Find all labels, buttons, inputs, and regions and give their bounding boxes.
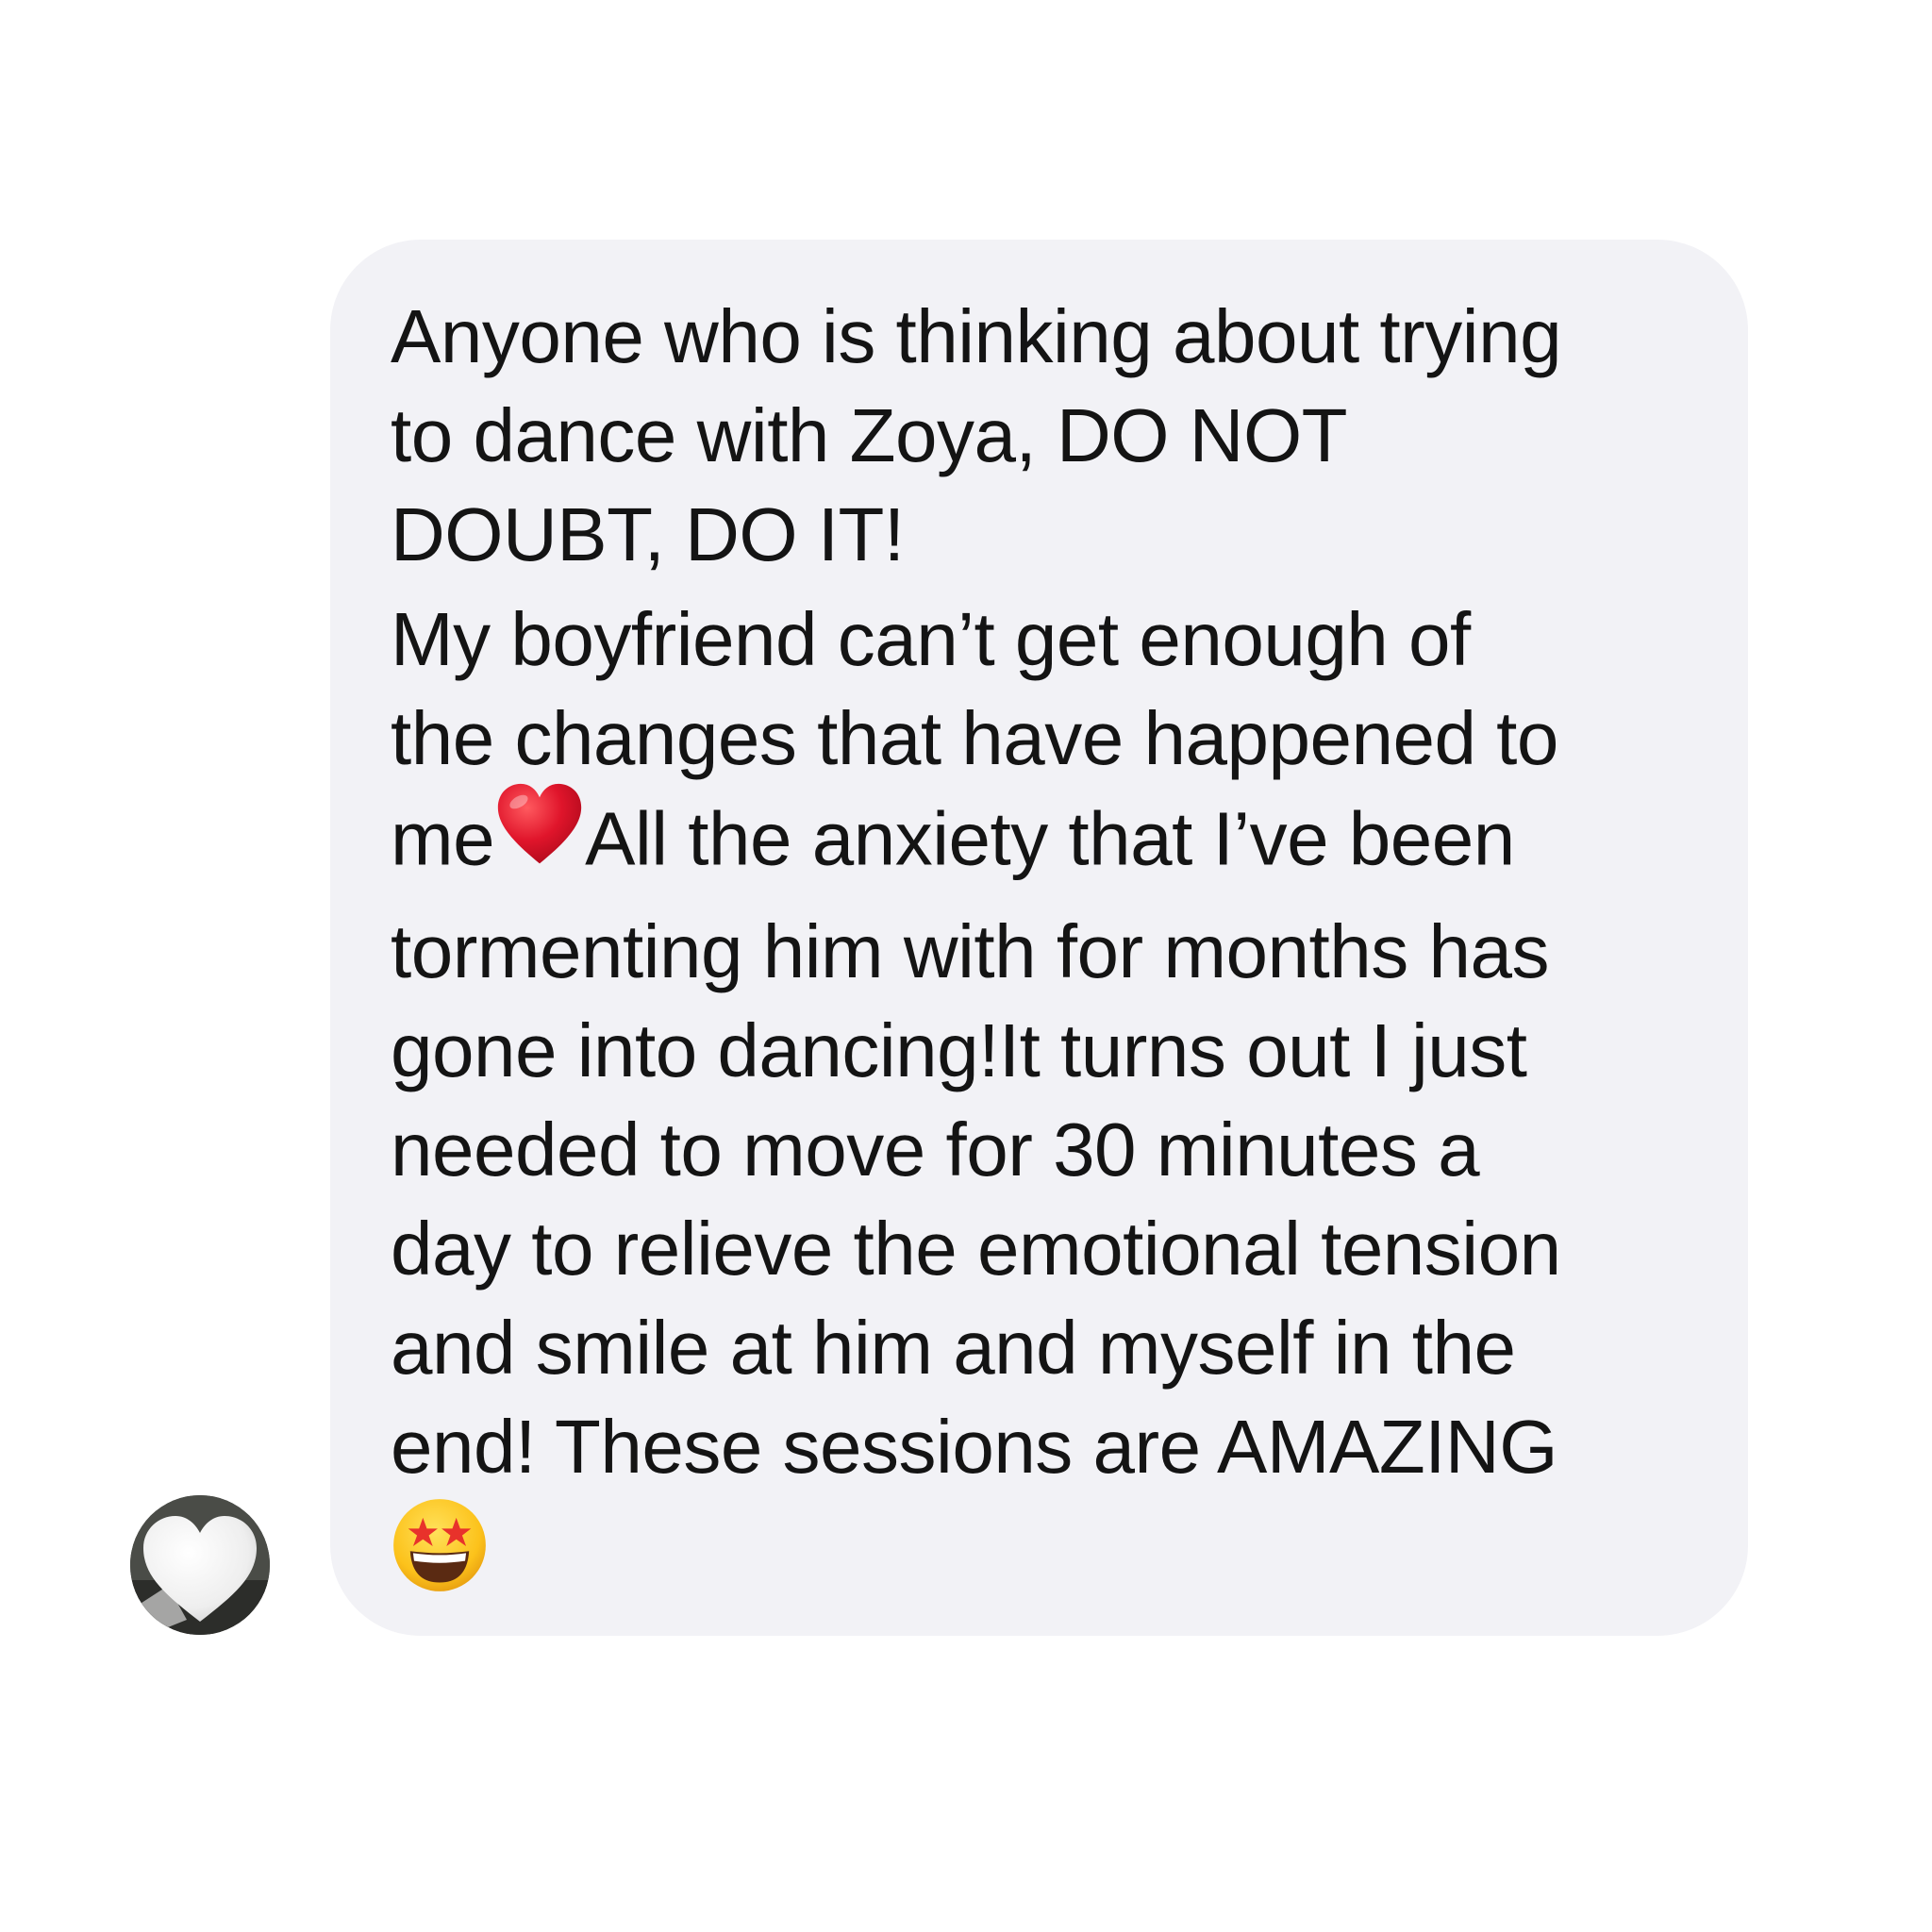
star-struck-face-icon (391, 1496, 489, 1618)
message-line: Anyone who is thinking about trying (391, 294, 1562, 378)
message-line: to dance with Zoya, DO NOT (391, 393, 1348, 477)
message-line-with-emoji: me All the anxiety that I’ve been (391, 783, 1691, 902)
message-emoji-line (391, 1496, 1691, 1618)
message-line: needed to move for 30 minutes a (391, 1108, 1480, 1191)
red-heart-icon (494, 780, 585, 894)
white-heart-icon (130, 1495, 270, 1635)
message-line: tormenting him with for months has (391, 909, 1549, 993)
message-text-segment: All the anxiety that I’ve been (585, 796, 1515, 881)
message-bubble[interactable]: Anyone who is thinking about trying to d… (330, 240, 1748, 1636)
message-line: gone into dancing!It turns out I just (391, 1008, 1527, 1092)
message-line: and smile at him and myself in the (391, 1306, 1516, 1390)
message-text-segment: me (391, 796, 495, 881)
message-line: My boyfriend can’t get enough of (391, 597, 1471, 681)
message-line: DOUBT, DO IT! (391, 492, 905, 576)
message-line: day to relieve the emotional tension (391, 1207, 1561, 1291)
message-line: the changes that have happened to (391, 696, 1558, 780)
avatar[interactable] (130, 1495, 270, 1635)
message-line: end! These sessions are AMAZING (391, 1405, 1557, 1489)
